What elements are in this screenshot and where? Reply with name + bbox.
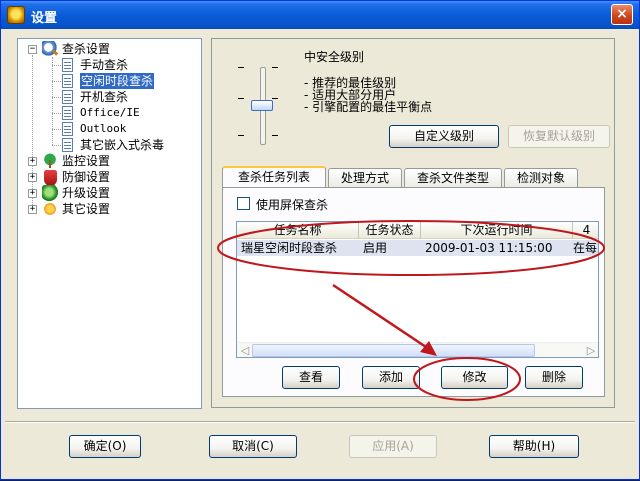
slider-tick xyxy=(238,67,244,68)
expand-icon[interactable]: + xyxy=(28,173,37,182)
horizontal-scrollbar[interactable]: ◁ ▷ xyxy=(237,342,598,357)
tree-item-idle-scan[interactable]: 空闲时段查杀 xyxy=(18,73,201,89)
cell-extra: 在每 xyxy=(573,241,598,255)
tree-item-upgrade-settings[interactable]: + 升级设置 xyxy=(18,185,201,201)
column-header-extra[interactable]: 4 xyxy=(573,222,598,239)
custom-level-button[interactable]: 自定义级别 xyxy=(389,125,499,148)
document-icon xyxy=(62,106,73,120)
tree-item-label: 升级设置 xyxy=(62,186,111,200)
tab-task-list[interactable]: 查杀任务列表 xyxy=(222,166,326,188)
security-level-title: 中安全级别 xyxy=(304,50,365,64)
footer-divider xyxy=(5,421,635,422)
modify-button[interactable]: 修改 xyxy=(441,366,508,389)
cell-task-name: 瑞星空闲时段查杀 xyxy=(241,241,338,255)
ok-button[interactable]: 确定(O) xyxy=(69,435,141,458)
document-icon xyxy=(62,122,73,136)
tree-item-monitor-settings[interactable]: + 监控设置 xyxy=(18,153,201,169)
tree-item-boot-scan[interactable]: 开机查杀 xyxy=(18,89,201,105)
column-header-task-status[interactable]: 任务状态 xyxy=(359,222,421,239)
column-header-next-run-time[interactable]: 下次运行时间 xyxy=(421,222,573,239)
defense-shield-icon xyxy=(44,170,57,186)
close-button[interactable]: × xyxy=(611,4,633,25)
tab-file-types[interactable]: 查杀文件类型 xyxy=(404,168,502,187)
tree-item-manual-scan[interactable]: 手动查杀 xyxy=(18,57,201,73)
task-list-header: 任务名称 任务状态 下次运行时间 4 xyxy=(237,222,598,239)
apply-button[interactable]: 应用(A) xyxy=(349,435,437,458)
task-list-page: 使用屏保查杀 任务名称 任务状态 下次运行时间 4 瑞星空闲时段查杀 启用 20… xyxy=(222,187,605,397)
delete-button[interactable]: 删除 xyxy=(525,366,583,389)
upgrade-globe-icon xyxy=(42,185,58,201)
tree-item-label: 防御设置 xyxy=(62,170,111,184)
expand-icon[interactable]: + xyxy=(28,205,37,214)
client-area: − 查杀设置 手动查杀 空闲时段查杀 开机查杀 Office/IE Outloo… xyxy=(5,33,635,477)
tree-item-embedded-scan[interactable]: 其它嵌入式杀毒 xyxy=(18,137,201,153)
task-list[interactable]: 任务名称 任务状态 下次运行时间 4 瑞星空闲时段查杀 启用 2009-01-0… xyxy=(236,221,599,358)
scroll-left-arrow-icon[interactable]: ◁ xyxy=(237,343,253,357)
cancel-button[interactable]: 取消(C) xyxy=(209,435,297,458)
help-button[interactable]: 帮助(H) xyxy=(489,435,579,458)
expand-icon[interactable]: + xyxy=(28,157,37,166)
tab-handling-method[interactable]: 处理方式 xyxy=(328,168,402,187)
tree-item-label: 其它嵌入式杀毒 xyxy=(80,138,165,152)
document-icon xyxy=(62,74,73,88)
slider-tick xyxy=(272,98,278,99)
tree-item-label: 查杀设置 xyxy=(62,42,111,56)
settings-panel: 中安全级别 - 推荐的最佳级别 - 适用大部分用户 - 引擎配置的最佳平衡点 自… xyxy=(211,38,615,408)
add-button[interactable]: 添加 xyxy=(362,366,420,389)
document-icon xyxy=(62,138,73,152)
other-settings-gear-icon xyxy=(42,201,58,217)
monitor-umbrella-icon xyxy=(42,153,58,169)
tree-item-label: 手动查杀 xyxy=(80,58,129,72)
scan-magnifier-icon xyxy=(42,41,58,57)
window-title: 设置 xyxy=(31,11,58,26)
tree-item-outlook[interactable]: Outlook xyxy=(18,121,201,137)
document-icon xyxy=(62,90,73,104)
tree-item-label: Outlook xyxy=(80,122,127,135)
restore-default-level-button[interactable]: 恢复默认级别 xyxy=(508,125,610,148)
tree-item-scan-settings[interactable]: − 查杀设置 xyxy=(18,41,201,57)
column-header-task-name[interactable]: 任务名称 xyxy=(237,222,359,239)
settings-window: 设置 × − 查杀设置 手动查杀 空闲时段查杀 开机查杀 Office/IE O… xyxy=(0,0,640,480)
collapse-icon[interactable]: − xyxy=(28,45,37,54)
tree-item-label: Office/IE xyxy=(80,106,140,119)
tree-item-label: 监控设置 xyxy=(62,154,111,168)
slider-tick xyxy=(238,98,244,99)
slider-tick xyxy=(238,135,244,136)
title-bar[interactable]: 设置 × xyxy=(1,1,639,29)
tree-item-defense-settings[interactable]: + 防御设置 xyxy=(18,169,201,186)
screensaver-scan-label[interactable]: 使用屏保查杀 xyxy=(256,196,328,213)
tree-item-other-settings[interactable]: + 其它设置 xyxy=(18,201,201,217)
settings-tree: − 查杀设置 手动查杀 空闲时段查杀 开机查杀 Office/IE Outloo… xyxy=(17,38,202,409)
table-row[interactable]: 瑞星空闲时段查杀 启用 2009-01-03 11:15:00 在每 xyxy=(237,240,598,256)
view-button[interactable]: 查看 xyxy=(282,366,340,389)
tree-item-office-ie[interactable]: Office/IE xyxy=(18,105,201,121)
tree-item-label: 其它设置 xyxy=(62,202,111,216)
security-level-slider-thumb[interactable] xyxy=(251,100,273,111)
scroll-right-arrow-icon[interactable]: ▷ xyxy=(583,343,598,357)
rising-antivirus-icon xyxy=(7,6,25,24)
tree-item-label: 空闲时段查杀 xyxy=(80,73,155,89)
document-icon xyxy=(62,58,73,72)
slider-tick xyxy=(272,67,278,68)
cell-task-status: 启用 xyxy=(363,241,388,255)
screensaver-scan-checkbox[interactable] xyxy=(237,197,250,210)
slider-tick xyxy=(272,135,278,136)
tab-detection-objects[interactable]: 检测对象 xyxy=(504,168,578,187)
cell-next-run-time: 2009-01-03 11:15:00 xyxy=(425,241,553,255)
expand-icon[interactable]: + xyxy=(28,189,37,198)
security-level-description: - 引擎配置的最佳平衡点 xyxy=(304,100,433,114)
tree-item-label: 开机查杀 xyxy=(80,90,129,104)
scrollbar-thumb[interactable] xyxy=(252,344,535,357)
